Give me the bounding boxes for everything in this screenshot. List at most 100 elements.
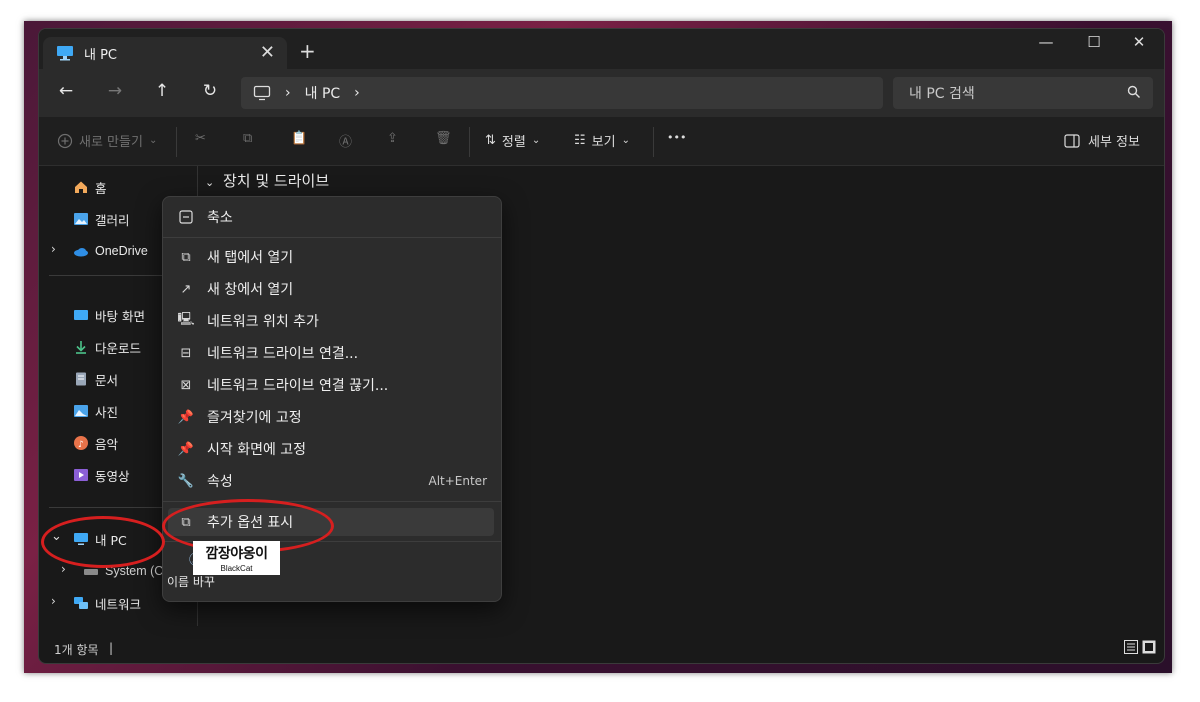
menu-item-pin-start[interactable]: 📌 시작 화면에 고정 [177, 435, 306, 463]
toolbar-divider [176, 127, 177, 157]
chevron-right-icon[interactable]: › [51, 242, 56, 256]
sidebar-item-this-pc[interactable]: 내 PC [73, 528, 127, 550]
up-button[interactable]: ↑ [150, 81, 174, 101]
chevron-down-icon: ⌄ [205, 176, 215, 189]
pin-icon: 📌 [177, 441, 195, 457]
breadcrumb-chevron[interactable]: › [354, 85, 360, 101]
gallery-icon [73, 211, 89, 227]
disconnect-drive-icon: ⊠ [180, 377, 192, 393]
menu-item-collapse[interactable]: 축소 [177, 203, 233, 231]
address-bar[interactable]: › 내 PC › [241, 77, 883, 109]
tab-close-button[interactable]: ✕ [260, 42, 275, 63]
tab-this-pc[interactable]: 내 PC ✕ [43, 37, 287, 69]
sidebar-item-desktop[interactable]: 바탕 화면 [73, 304, 145, 326]
close-window-button[interactable]: ✕ [1116, 33, 1162, 51]
paste-icon[interactable]: 📋 [291, 131, 307, 146]
copy-icon[interactable]: ⧉ [243, 131, 252, 146]
chevron-down-icon: ⌄ [148, 135, 158, 146]
new-tab-button[interactable]: + [299, 39, 316, 63]
menu-item-properties[interactable]: 🔧 속성 Alt+Enter [177, 467, 487, 495]
sidebar-item-onedrive[interactable]: OneDrive [73, 240, 148, 262]
watermark-badge: 깜장야옹이 BlackCat [193, 541, 280, 575]
back-button[interactable]: ← [54, 81, 78, 101]
sidebar-item-home[interactable]: 홈 [73, 176, 107, 198]
refresh-button[interactable]: ↻ [198, 81, 222, 101]
sidebar-label: System (C: [105, 564, 167, 578]
menu-item-pin-quick-access[interactable]: 📌 즐겨찾기에 고정 [177, 403, 302, 431]
chevron-down-icon[interactable]: ⌄ [51, 529, 62, 544]
monitor-icon [56, 45, 74, 61]
new-button[interactable]: 새로 만들기 ⌄ [57, 131, 157, 150]
view-button[interactable]: ☷ 보기 ⌄ [574, 131, 630, 150]
menu-item-show-more-options[interactable]: ⧉ 추가 옵션 표시 [177, 508, 293, 536]
sidebar-item-gallery[interactable]: 갤러리 [73, 208, 130, 230]
menu-label: 새 탭에서 열기 [207, 250, 294, 266]
minimize-button[interactable]: — [1023, 33, 1069, 51]
monitor-icon [73, 531, 89, 547]
sidebar-divider [49, 507, 179, 508]
delete-icon[interactable]: 🗑 [435, 131, 452, 146]
chevron-right-icon[interactable]: › [61, 562, 66, 576]
menu-item-open-new-tab[interactable]: ⧉ 새 탭에서 열기 [177, 243, 293, 271]
menu-item-add-network-location[interactable]: 🖳 네트워크 위치 추가 [177, 307, 319, 335]
forward-button[interactable]: → [103, 81, 127, 101]
shortcut-hint: Alt+Enter [428, 474, 487, 488]
section-header-devices[interactable]: ⌄ 장치 및 드라이브 [205, 170, 329, 191]
chevron-down-icon: ⌄ [621, 135, 630, 146]
details-label: 세부 정보 [1088, 135, 1140, 150]
menu-item-map-network-drive[interactable]: ⊟ 네트워크 드라이브 연결... [177, 339, 359, 367]
sidebar-item-videos[interactable]: 동영상 [73, 464, 130, 486]
menu-label: 축소 [207, 210, 233, 226]
download-icon [73, 339, 89, 355]
pin-icon: 📌 [177, 409, 195, 425]
sidebar-label: 갤러리 [95, 212, 130, 228]
menu-label: 네트워크 드라이브 연결 끊기... [207, 378, 389, 394]
monitor-outline-icon [253, 85, 271, 101]
sidebar-label: 홈 [95, 180, 107, 196]
tiles-view-icon[interactable] [1142, 640, 1156, 654]
sidebar-item-music[interactable]: ♪ 음악 [73, 432, 118, 454]
search-icon [1127, 85, 1141, 99]
details-view-icon[interactable] [1124, 640, 1138, 654]
sidebar-item-network[interactable]: 네트워크 [73, 592, 141, 614]
sort-icon: ⇅ [485, 133, 496, 148]
sidebar-item-system-drive[interactable]: System (C: [83, 560, 167, 582]
chevron-right-icon[interactable]: › [51, 594, 56, 608]
search-box[interactable]: 내 PC 검색 [893, 77, 1153, 109]
menu-divider [163, 237, 501, 238]
music-icon: ♪ [73, 435, 89, 451]
network-drive-icon: ⊟ [180, 345, 192, 361]
wrench-icon: 🔧 [177, 473, 195, 489]
rename-icon[interactable]: Ⓐ [339, 131, 352, 150]
more-options-icon: ⧉ [181, 514, 191, 530]
menu-label: 속성 [207, 474, 233, 490]
details-pane-button[interactable]: 세부 정보 [1064, 131, 1140, 150]
sidebar-label: 내 PC [95, 532, 127, 548]
collapse-icon [177, 208, 195, 226]
toolbar-divider [469, 127, 470, 157]
svg-text:♪: ♪ [78, 440, 84, 450]
status-bar: 1개 항목 | [39, 633, 1164, 663]
share-icon[interactable]: ⇪ [387, 131, 398, 146]
menu-item-disconnect-network-drive[interactable]: ⊠ 네트워크 드라이브 연결 끊기... [177, 371, 389, 399]
rename-label[interactable]: 이름 바꾸 [167, 573, 215, 590]
network-icon [73, 595, 89, 611]
sidebar-item-documents[interactable]: 문서 [73, 368, 118, 390]
sidebar-label: 네트워크 [95, 596, 142, 612]
new-tab-icon: ⧉ [181, 249, 191, 265]
title-bar: 내 PC ✕ + — ☐ ✕ [39, 29, 1164, 69]
sidebar-label: 음악 [95, 436, 119, 452]
cut-icon[interactable]: ✂ [195, 131, 206, 146]
sidebar-item-downloads[interactable]: 다운로드 [73, 336, 141, 358]
more-options-button[interactable]: ••• [667, 131, 686, 144]
maximize-button[interactable]: ☐ [1071, 33, 1117, 51]
menu-item-open-new-window[interactable]: ↗ 새 창에서 열기 [177, 275, 294, 303]
sort-label: 정렬 [501, 135, 526, 150]
drive-icon [83, 563, 99, 579]
sort-button[interactable]: ⇅ 정렬 ⌄ [485, 131, 540, 150]
menu-label: 네트워크 드라이브 연결... [207, 346, 359, 362]
search-input[interactable]: 내 PC 검색 [909, 83, 975, 103]
breadcrumb-this-pc[interactable]: 내 PC [305, 83, 341, 103]
sidebar-item-pictures[interactable]: 사진 [73, 400, 118, 422]
tab-title: 내 PC [84, 47, 118, 63]
